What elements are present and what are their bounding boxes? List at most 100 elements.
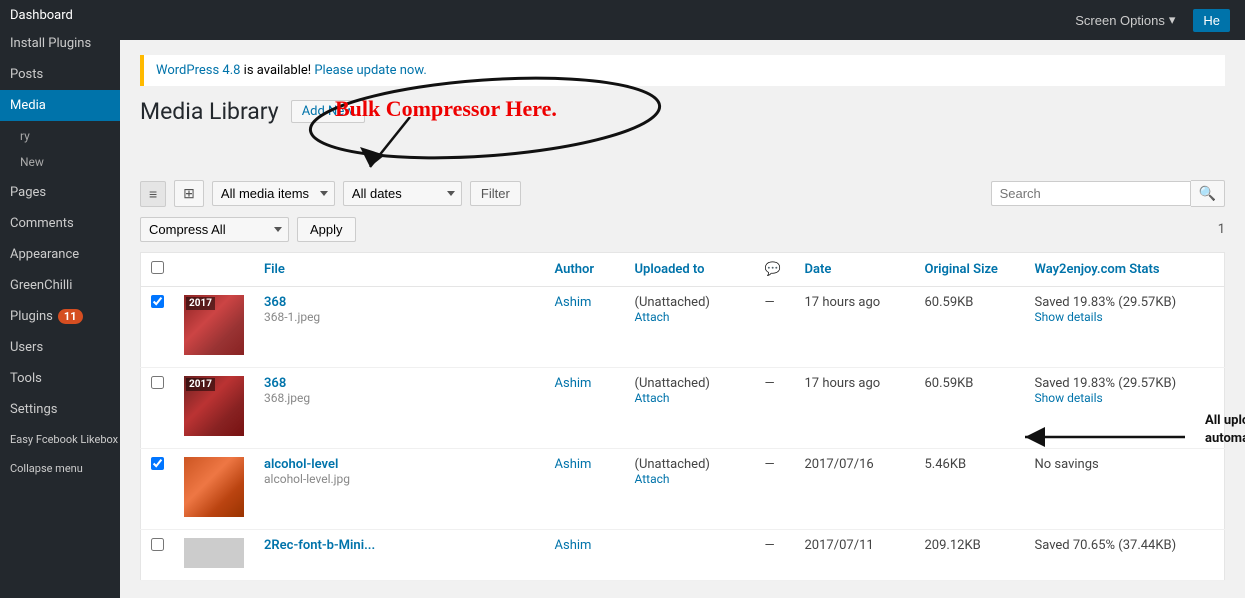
th-thumb <box>174 253 254 287</box>
row2-checkbox-cell[interactable] <box>141 368 175 449</box>
main-content: WordPress 4.8 is available! Please updat… <box>120 40 1245 598</box>
sidebar-item-settings[interactable]: Settings <box>0 394 120 425</box>
sidebar-item-appearance[interactable]: Appearance <box>0 239 120 270</box>
row2-attach-link[interactable]: Attach <box>635 391 670 405</box>
toolbar: ≡ ⊞ All media items Images Audio Video D… <box>140 180 1225 207</box>
row1-thumb-cell: 2017 <box>174 287 254 368</box>
row4-origsize-cell: 209.12KB <box>915 530 1025 581</box>
row4-thumb-cell <box>174 530 254 581</box>
search-input[interactable] <box>991 181 1191 206</box>
th-checkbox[interactable] <box>141 253 175 287</box>
page-header: Media Library Add New <box>140 98 1225 125</box>
row1-original-size: 60.59KB <box>925 295 974 310</box>
grid-view-button[interactable]: ⊞ <box>174 180 204 207</box>
sidebar-item-media[interactable]: Media <box>0 90 120 121</box>
row2-show-details-link[interactable]: Show details <box>1035 391 1103 405</box>
bulk-action-select[interactable]: Compress All Bulk Actions Delete Permane… <box>140 217 289 242</box>
row3-stats-cell: No savings <box>1025 449 1225 530</box>
topbar: Screen Options ▾ He <box>120 0 1245 40</box>
sidebar-item-plugins[interactable]: Plugins 11 <box>0 301 120 332</box>
row1-file-name-link[interactable]: 368 <box>264 295 286 310</box>
th-author[interactable]: Author <box>545 253 625 287</box>
row1-author-cell: Ashim <box>545 287 625 368</box>
sidebar-item-easy-fcebook[interactable]: Easy Fcebook Likebox <box>0 425 120 454</box>
sidebar-item-tools[interactable]: Tools <box>0 363 120 394</box>
table-row: 2017 368 368-1.jpeg Ashim (Unattached) A… <box>141 287 1225 368</box>
sidebar-item-dashboard[interactable]: Dashboard <box>0 0 120 28</box>
row1-date: 17 hours ago <box>805 295 881 310</box>
row1-date-cell: 17 hours ago <box>795 287 915 368</box>
sidebar-item-new[interactable]: New <box>0 151 120 177</box>
update-notice-text: is available! <box>244 63 315 78</box>
sidebar-item-pages[interactable]: Pages <box>0 177 120 208</box>
sidebar-item-users[interactable]: Users <box>0 332 120 363</box>
row1-uploaded-cell: (Unattached) Attach <box>625 287 755 368</box>
list-view-button[interactable]: ≡ <box>140 181 166 207</box>
row-checkbox-cell[interactable] <box>141 287 175 368</box>
sidebar-item-greenchilli[interactable]: GreenChilli <box>0 270 120 301</box>
row2-stats-cell: Saved 19.83% (29.57KB) Show details <box>1025 368 1225 449</box>
filter-media-select[interactable]: All media items Images Audio Video Docum… <box>212 181 335 206</box>
th-uploaded[interactable]: Uploaded to <box>625 253 755 287</box>
row3-origsize-cell: 5.46KB <box>915 449 1025 530</box>
row3-file-name-link[interactable]: alcohol-level <box>264 457 338 472</box>
th-original-size: Original Size <box>915 253 1025 287</box>
sidebar-item-install-plugins[interactable]: Install Plugins <box>0 28 120 59</box>
row2-checkbox[interactable] <box>151 376 164 389</box>
update-now-link[interactable]: Please update now. <box>314 63 426 78</box>
row3-attach-link[interactable]: Attach <box>635 472 670 486</box>
row4-file-name-link[interactable]: 2Rec-font-b-Mini... <box>264 538 375 553</box>
row4-author-link[interactable]: Ashim <box>555 538 592 553</box>
th-stats: Way2enjoy.com Stats <box>1025 253 1225 287</box>
row1-checkbox[interactable] <box>151 295 164 308</box>
row1-attach-link[interactable]: Attach <box>635 310 670 324</box>
row3-comment-cell: — <box>755 449 795 530</box>
help-button[interactable]: He <box>1193 9 1230 32</box>
row3-savings: No savings <box>1035 457 1099 472</box>
row3-checkbox-cell[interactable] <box>141 449 175 530</box>
row1-show-details-link[interactable]: Show details <box>1035 310 1103 324</box>
th-comment: 💬 <box>755 253 795 287</box>
th-file[interactable]: File <box>254 253 545 287</box>
sidebar-item-collapse-menu[interactable]: Collapse menu <box>0 454 120 483</box>
sidebar-item-ry[interactable]: ry <box>0 121 120 151</box>
row4-checkbox[interactable] <box>151 538 164 551</box>
row4-checkbox-cell[interactable] <box>141 530 175 581</box>
row4-file-cell: 2Rec-font-b-Mini... <box>254 530 545 581</box>
row3-uploaded-to: (Unattached) <box>635 457 710 472</box>
search-box: 🔍 <box>991 180 1225 207</box>
th-date[interactable]: Date <box>795 253 915 287</box>
row1-uploaded-to: (Unattached) <box>635 295 710 310</box>
sidebar-item-comments[interactable]: Comments <box>0 208 120 239</box>
row4-comment: — <box>765 538 775 553</box>
row1-thumbnail: 2017 <box>184 295 244 355</box>
filter-button[interactable]: Filter <box>470 181 521 206</box>
row2-date-cell: 17 hours ago <box>795 368 915 449</box>
row1-author-link[interactable]: Ashim <box>555 295 592 310</box>
row3-author-link[interactable]: Ashim <box>555 457 592 472</box>
row2-file-subname: 368.jpeg <box>264 391 310 405</box>
row1-comment: — <box>765 295 775 310</box>
sidebar-item-posts[interactable]: Posts <box>0 59 120 90</box>
search-submit-button[interactable]: 🔍 <box>1191 180 1225 207</box>
row1-savings: Saved 19.83% (29.57KB) <box>1035 295 1177 310</box>
select-all-checkbox[interactable] <box>151 261 164 274</box>
apply-button[interactable]: Apply <box>297 217 356 242</box>
row3-checkbox[interactable] <box>151 457 164 470</box>
row1-comment-cell: — <box>755 287 795 368</box>
row1-origsize-cell: 60.59KB <box>915 287 1025 368</box>
row2-thumb-cell: 2017 <box>174 368 254 449</box>
add-new-button[interactable]: Add New <box>291 100 365 123</box>
wp-version-link[interactable]: WordPress 4.8 <box>156 63 240 78</box>
row3-thumb-cell <box>174 449 254 530</box>
row2-origsize-cell: 60.59KB <box>915 368 1025 449</box>
filter-dates-select[interactable]: All dates January 2017 February 2017 <box>343 181 462 206</box>
item-count: 1 <box>1218 222 1225 237</box>
row3-file-subname: alcohol-level.jpg <box>264 472 350 486</box>
row4-original-size: 209.12KB <box>925 538 981 553</box>
row2-author-link[interactable]: Ashim <box>555 376 592 391</box>
row2-comment-cell: — <box>755 368 795 449</box>
screen-options-label: Screen Options <box>1075 13 1165 28</box>
screen-options-button[interactable]: Screen Options ▾ <box>1067 8 1183 32</box>
row2-file-name-link[interactable]: 368 <box>264 376 286 391</box>
